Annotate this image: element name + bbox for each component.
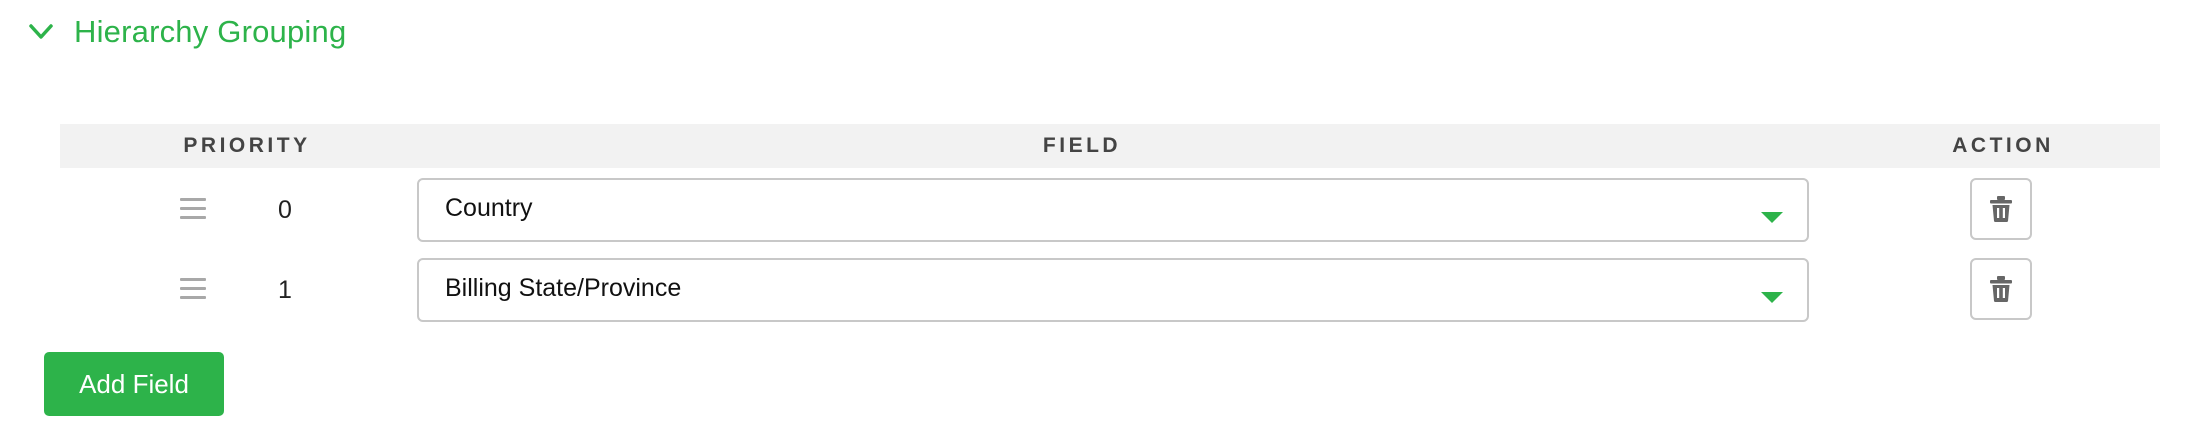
chevron-down-icon [28,19,54,45]
table-row: 1 Billing State/Province [60,258,2160,322]
add-field-button[interactable]: Add Field [44,352,224,416]
section-toggle[interactable]: Hierarchy Grouping [28,14,346,50]
field-select[interactable]: Country [417,178,1809,242]
column-header-action: ACTION [1952,134,2054,157]
delete-button[interactable] [1970,258,2032,320]
hierarchy-table: PRIORITY FIELD ACTION 0 Country 1 Billin… [60,124,2160,322]
column-header-field: FIELD [1042,134,1122,157]
priority-value: 0 [278,196,292,224]
trash-icon [1990,196,2012,222]
priority-value: 1 [278,276,292,304]
trash-icon [1990,276,2012,302]
column-header-priority: PRIORITY [183,134,311,157]
section-title: Hierarchy Grouping [74,14,347,49]
drag-handle-icon[interactable] [180,278,206,300]
caret-down-icon [1761,292,1783,303]
field-select-value: Billing State/Province [445,274,682,302]
table-header: PRIORITY FIELD ACTION [60,124,2160,168]
delete-button[interactable] [1970,178,2032,240]
field-select-value: Country [445,194,533,222]
table-row: 0 Country [60,178,2160,242]
caret-down-icon [1761,212,1783,223]
drag-handle-icon[interactable] [180,198,206,220]
field-select[interactable]: Billing State/Province [417,258,1809,322]
